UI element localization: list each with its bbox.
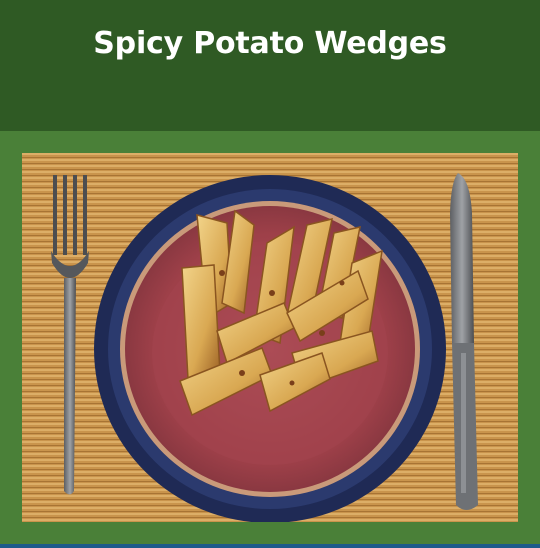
recipe-header: Spicy Potato Wedges bbox=[0, 0, 540, 131]
photo-frame bbox=[0, 131, 540, 544]
bottom-bar bbox=[0, 544, 540, 548]
recipe-photo bbox=[22, 153, 518, 522]
recipe-title: Spicy Potato Wedges bbox=[93, 26, 447, 61]
recipe-photo-illustration bbox=[22, 153, 518, 522]
plate bbox=[94, 175, 446, 522]
